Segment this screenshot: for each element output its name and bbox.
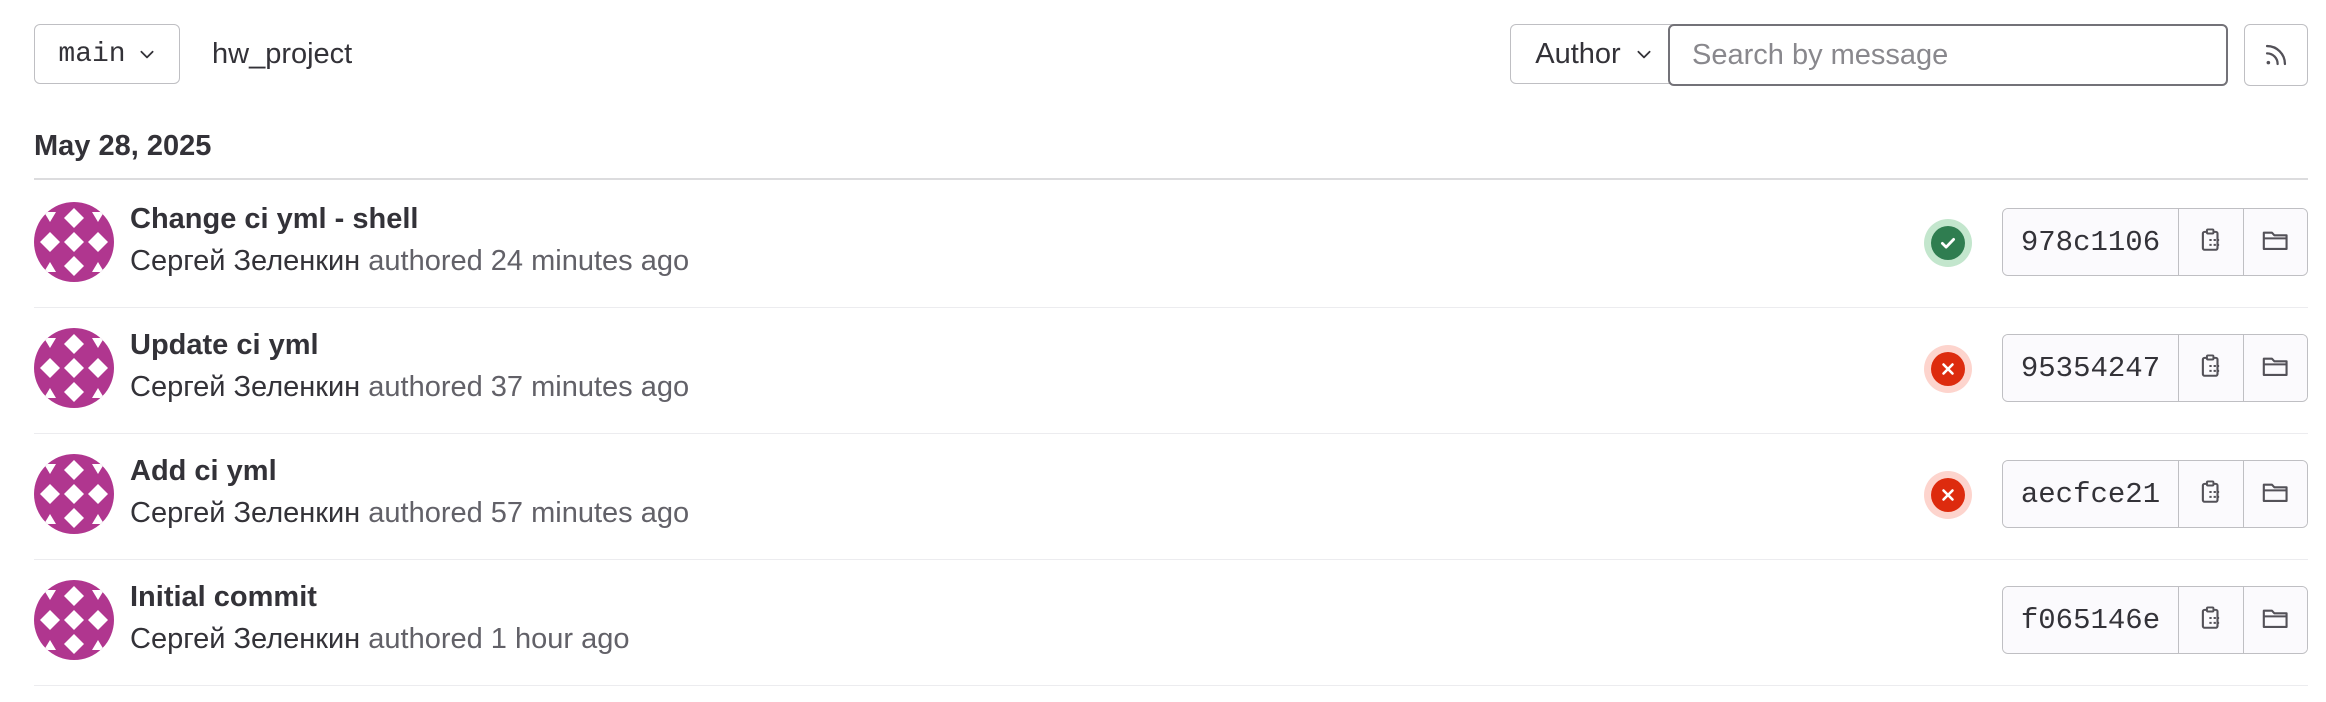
commit-meta: Сергей Зеленкин authored 57 minutes ago <box>130 497 689 530</box>
author-avatar[interactable] <box>34 454 114 534</box>
commit-title[interactable]: Change ci yml - shell <box>130 203 418 236</box>
copy-sha-icon <box>2198 227 2224 258</box>
pipeline-status-failed[interactable] <box>1924 471 1972 519</box>
commit-row: Add ci yml Сергей Зеленкин authored 57 m… <box>34 433 2308 560</box>
commit-sha-group: 978c1106 <box>2002 208 2308 276</box>
commit-author[interactable]: Сергей Зеленкин <box>130 371 360 403</box>
browse-files-icon <box>2261 479 2291 510</box>
commit-authored-time: authored 24 minutes ago <box>368 245 690 277</box>
chevron-down-icon <box>1637 50 1651 59</box>
commit-author[interactable]: Сергей Зеленкин <box>130 497 360 529</box>
commit-authored-time: authored 1 hour ago <box>368 623 630 655</box>
commit-title[interactable]: Add ci yml <box>130 455 277 488</box>
status-failed-icon <box>1942 489 1954 501</box>
status-failed-icon <box>1942 363 1954 375</box>
copy-sha-icon <box>2198 605 2224 636</box>
branch-label: main <box>58 38 126 70</box>
date-group-header: May 28, 2025 <box>34 130 2308 180</box>
author-avatar[interactable] <box>34 328 114 408</box>
commit-authored-time: authored 37 minutes ago <box>368 371 690 403</box>
commit-meta: Сергей Зеленкин authored 24 minutes ago <box>130 245 689 278</box>
commits-toolbar: main hw_project Author <box>34 24 2308 88</box>
commit-row: Update ci yml Сергей Зеленкин authored 3… <box>34 307 2308 434</box>
author-filter-dropdown[interactable]: Author <box>1510 24 1678 84</box>
browse-files-icon <box>2261 227 2291 258</box>
commit-sha[interactable]: aecfce21 <box>2003 461 2179 527</box>
commit-sha-group: f065146e <box>2002 586 2308 654</box>
search-by-message-input[interactable] <box>1668 24 2228 86</box>
browse-files-button[interactable] <box>2243 209 2307 275</box>
author-filter-label: Author <box>1535 37 1621 70</box>
copy-sha-button[interactable] <box>2179 335 2243 401</box>
copy-sha-icon <box>2198 479 2224 510</box>
commit-sha-group: aecfce21 <box>2002 460 2308 528</box>
commit-authored-time: authored 57 minutes ago <box>368 497 690 529</box>
pipeline-status-success[interactable] <box>1924 219 1972 267</box>
copy-sha-button[interactable] <box>2179 461 2243 527</box>
copy-sha-button[interactable] <box>2179 587 2243 653</box>
author-avatar[interactable] <box>34 580 114 660</box>
rss-feed-button[interactable] <box>2244 24 2308 86</box>
commit-author[interactable]: Сергей Зеленкин <box>130 623 360 655</box>
commit-author[interactable]: Сергей Зеленкин <box>130 245 360 277</box>
author-avatar[interactable] <box>34 202 114 282</box>
commit-meta: Сергей Зеленкин authored 37 minutes ago <box>130 371 689 404</box>
browse-files-button[interactable] <box>2243 461 2307 527</box>
commit-sha[interactable]: 95354247 <box>2003 335 2179 401</box>
browse-files-button[interactable] <box>2243 587 2307 653</box>
commit-meta: Сергей Зеленкин authored 1 hour ago <box>130 623 629 656</box>
branch-dropdown[interactable]: main <box>34 24 180 84</box>
browse-files-button[interactable] <box>2243 335 2307 401</box>
chevron-down-icon <box>140 50 154 59</box>
commit-row: Initial commit Сергей Зеленкин authored … <box>34 559 2308 686</box>
commit-sha[interactable]: f065146e <box>2003 587 2179 653</box>
browse-files-icon <box>2261 353 2291 384</box>
browse-files-icon <box>2261 605 2291 636</box>
rss-icon <box>2265 44 2287 66</box>
commit-row: Change ci yml - shell Сергей Зеленкин au… <box>34 181 2308 308</box>
commit-sha[interactable]: 978c1106 <box>2003 209 2179 275</box>
pipeline-status-failed[interactable] <box>1924 345 1972 393</box>
commit-title[interactable]: Initial commit <box>130 581 317 614</box>
copy-sha-button[interactable] <box>2179 209 2243 275</box>
status-success-icon <box>1941 238 1955 249</box>
project-path: hw_project <box>212 38 353 70</box>
commit-sha-group: 95354247 <box>2002 334 2308 402</box>
commit-title[interactable]: Update ci yml <box>130 329 319 362</box>
copy-sha-icon <box>2198 353 2224 384</box>
